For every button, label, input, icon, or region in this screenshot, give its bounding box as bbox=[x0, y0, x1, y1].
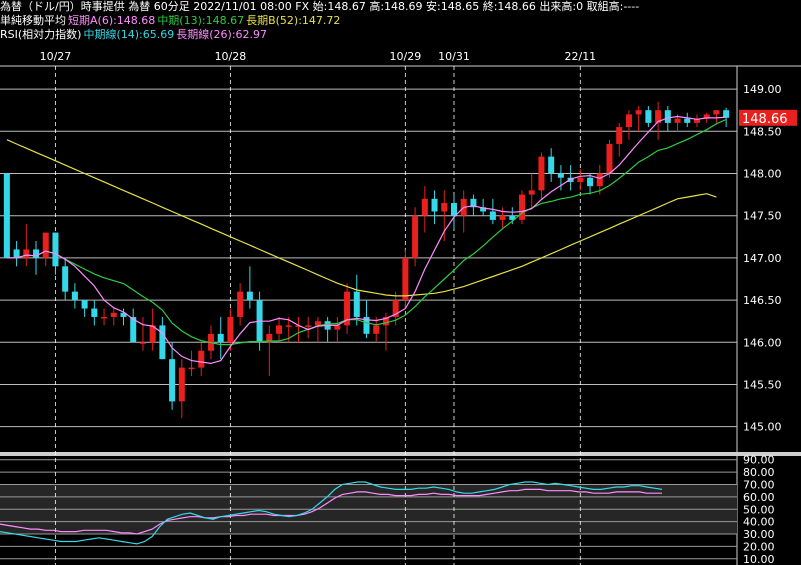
date-label: 10/28 bbox=[215, 50, 247, 63]
rsi-tick-label: 10.00 bbox=[743, 553, 775, 565]
candle-body bbox=[71, 291, 78, 301]
date-label: 22/11 bbox=[564, 50, 596, 63]
candle-body bbox=[353, 291, 360, 317]
price-tick-label: 145.00 bbox=[743, 421, 782, 434]
candle-body bbox=[62, 266, 69, 292]
candle-body bbox=[441, 203, 448, 212]
candle-body bbox=[3, 173, 10, 258]
candle-body bbox=[159, 325, 166, 360]
candle-body bbox=[305, 325, 312, 327]
candle-body bbox=[110, 312, 117, 317]
candle-body bbox=[81, 300, 88, 309]
rsi-tick-label: 80.00 bbox=[743, 466, 775, 479]
candle-body bbox=[23, 249, 30, 258]
candle-body bbox=[217, 333, 224, 343]
candle-body bbox=[227, 316, 234, 343]
rsi-tick-label: 60.00 bbox=[743, 491, 775, 504]
date-label: 10/29 bbox=[390, 50, 422, 63]
candle-body bbox=[713, 110, 720, 115]
candle-body bbox=[664, 110, 671, 123]
candle-body bbox=[412, 215, 419, 258]
candle-body bbox=[42, 232, 49, 258]
rsi-tick-label: 50.00 bbox=[743, 503, 775, 516]
price-tick-label: 145.50 bbox=[743, 378, 782, 391]
price-tick-label: 147.00 bbox=[743, 252, 782, 265]
pane-separator bbox=[0, 452, 801, 456]
candle-body bbox=[198, 350, 205, 368]
candle-body bbox=[246, 291, 253, 301]
candle-body bbox=[606, 143, 613, 174]
price-chart[interactable]: 149.00 148.50 148.00 147.50 147.00 146.50 146.… bbox=[0, 0, 801, 565]
price-tick-label: 147.50 bbox=[743, 210, 782, 223]
date-label: 10/27 bbox=[40, 50, 72, 63]
candle-body bbox=[723, 110, 730, 118]
rsi-tick-label: 20.00 bbox=[743, 540, 775, 553]
candle-body bbox=[635, 110, 642, 115]
candle-body bbox=[276, 325, 283, 334]
candle-body bbox=[178, 367, 185, 402]
candle-body bbox=[373, 325, 380, 334]
price-tick-label: 148.50 bbox=[743, 125, 782, 138]
candle-body bbox=[33, 249, 40, 258]
price-tick-label: 149.00 bbox=[743, 83, 782, 96]
candle-body bbox=[402, 257, 409, 301]
candle-body bbox=[587, 177, 594, 187]
rsi-tick-label: 30.00 bbox=[743, 528, 775, 541]
candle-body bbox=[528, 190, 535, 195]
candle-body bbox=[577, 177, 584, 182]
date-label: 10/31 bbox=[438, 50, 470, 63]
candle-body bbox=[237, 291, 244, 317]
candle-body bbox=[139, 342, 146, 344]
candle-body bbox=[13, 249, 20, 258]
candle-body bbox=[101, 316, 108, 319]
candle-body bbox=[431, 198, 438, 212]
candle-body bbox=[596, 173, 603, 187]
candle-body bbox=[285, 325, 292, 327]
price-tick-label: 146.00 bbox=[743, 336, 782, 349]
price-tick-label: 148.00 bbox=[743, 167, 782, 180]
candle-body bbox=[645, 110, 652, 123]
last-price-label: 148.66 bbox=[742, 112, 788, 127]
candle-body bbox=[188, 367, 195, 370]
candle-body bbox=[625, 114, 632, 128]
price-tick-label: 146.50 bbox=[743, 294, 782, 307]
candle-body bbox=[169, 359, 176, 402]
candle-body bbox=[519, 194, 526, 220]
candle-body bbox=[421, 198, 428, 216]
candle-body bbox=[52, 232, 59, 267]
candle-body bbox=[684, 118, 691, 123]
candle-body bbox=[489, 211, 496, 220]
candle-body bbox=[674, 118, 681, 123]
candle-body bbox=[91, 308, 98, 317]
rsi-tick-label: 40.00 bbox=[743, 516, 775, 529]
candle-body bbox=[616, 127, 623, 144]
rsi-tick-label: 70.00 bbox=[743, 478, 775, 491]
candle-body bbox=[548, 156, 555, 174]
candle-body bbox=[499, 215, 506, 220]
candle-body bbox=[334, 325, 341, 330]
candle-body bbox=[450, 203, 457, 216]
candle-body bbox=[538, 156, 545, 191]
candle-body bbox=[557, 173, 564, 178]
rsi-tick-label: 90.00 bbox=[743, 454, 775, 467]
